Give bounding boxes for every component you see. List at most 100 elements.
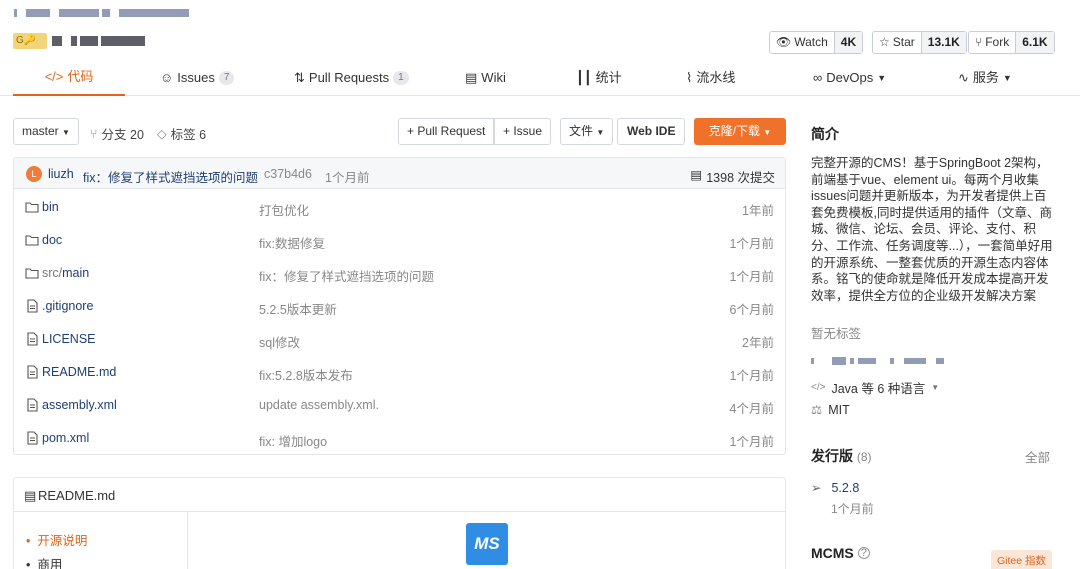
- eye-icon: 👁: [776, 35, 792, 49]
- stats-icon: ┃┃: [576, 70, 592, 85]
- mcms-logo: MS: [466, 523, 508, 565]
- new-pull-request-button[interactable]: + Pull Request: [398, 118, 495, 145]
- file-name[interactable]: README.md: [42, 365, 116, 379]
- tab-service[interactable]: ∿ 服务 ▼: [958, 60, 1012, 96]
- tab-pipeline[interactable]: ⌇ 流水线: [686, 60, 735, 96]
- file-name[interactable]: .gitignore: [42, 299, 93, 313]
- releases-heading: 发行版 (8): [811, 448, 872, 464]
- fork-button[interactable]: ⑂ Fork 6.1K: [968, 31, 1055, 54]
- file-commit-time: 4个月前: [729, 402, 774, 416]
- file-row[interactable]: README.md fix:5.2.8版本发布 1个月前: [14, 356, 785, 389]
- file-table: L liuzh fix：修复了样式遮挡选项的问题 c37b4d6 1个月前 ▤ 1…: [13, 157, 786, 455]
- tab-wiki[interactable]: ▤ Wiki: [465, 60, 506, 96]
- file-row[interactable]: pom.xml fix: 增加logo 1个月前: [14, 422, 785, 455]
- tab-code[interactable]: </> 代码: [13, 60, 125, 96]
- code-icon: </>: [44, 69, 64, 84]
- issues-icon: ☺: [160, 70, 174, 85]
- pull-request-icon: ⇅: [294, 70, 305, 85]
- file-commit-message[interactable]: fix:5.2.8版本发布: [259, 365, 353, 384]
- repo-description: 完整开源的CMS！基于SpringBoot 2架构，前端基于vue、elemen…: [811, 156, 1053, 303]
- file-icon: [25, 365, 39, 379]
- tab-devops[interactable]: ∞ DevOps ▼: [813, 60, 886, 96]
- file-menu-button[interactable]: 文件 ▼: [560, 118, 614, 145]
- readme-toc: • 开源说明 • 商用: [14, 512, 188, 569]
- no-tags-label: 暂无标签: [811, 327, 862, 341]
- file-row[interactable]: bin 打包优化 1年前: [14, 191, 785, 224]
- watch-button[interactable]: 👁 Watch 4K: [769, 31, 864, 54]
- star-button[interactable]: ☆ Star 13.1K: [872, 31, 967, 54]
- help-icon[interactable]: ?: [857, 547, 870, 559]
- document-icon: ▤: [690, 168, 703, 182]
- file-row[interactable]: LICENSE sql修改 2年前: [14, 323, 785, 356]
- file-commit-message[interactable]: update assembly.xml.: [259, 398, 379, 412]
- caret-down-icon: ▼: [1002, 73, 1012, 83]
- file-commit-time: 2年前: [742, 336, 774, 350]
- caret-down-icon: ▼: [62, 128, 70, 137]
- breadcrumb-blurred: [14, 6, 189, 20]
- readme-panel: ▤ README.md • 开源说明 • 商用 MS: [13, 477, 786, 569]
- release-link[interactable]: ➢ 5.2.8: [811, 480, 859, 496]
- new-issue-button[interactable]: + Issue: [494, 118, 552, 145]
- homepage-link-blurred[interactable]: [811, 357, 944, 365]
- file-icon: [25, 332, 39, 346]
- send-icon: ➢: [811, 481, 822, 495]
- tab-pull-requests[interactable]: ⇅ Pull Requests 1: [294, 60, 409, 96]
- commit-author[interactable]: liuzh: [48, 167, 74, 181]
- caret-down-icon: ▼: [931, 383, 940, 392]
- file-commit-time: 1个月前: [729, 270, 774, 284]
- avatar[interactable]: L: [26, 166, 42, 182]
- tags-link[interactable]: ◇ 标签 6: [157, 124, 206, 143]
- folder-icon: [25, 200, 39, 214]
- folder-icon: [25, 233, 39, 247]
- commit-hash[interactable]: c37b4d6: [264, 167, 312, 181]
- toc-item[interactable]: • 开源说明: [26, 530, 87, 549]
- file-commit-message[interactable]: 5.2.5版本更新: [259, 299, 337, 318]
- gvp-badge: G🔑: [13, 33, 47, 49]
- file-commit-message[interactable]: sql修改: [259, 332, 300, 351]
- devops-icon: ∞: [813, 70, 823, 85]
- tab-issues[interactable]: ☺ Issues 7: [160, 60, 235, 96]
- file-icon: [25, 299, 39, 313]
- toc-item[interactable]: • 商用: [26, 554, 62, 569]
- file-name[interactable]: pom.xml: [42, 431, 89, 445]
- file-commit-time: 1个月前: [729, 237, 774, 251]
- file-commit-message[interactable]: fix：修复了样式遮挡选项的问题: [259, 266, 434, 285]
- branch-select[interactable]: master ▼: [13, 118, 79, 145]
- wiki-icon: ▤: [465, 70, 478, 85]
- scale-icon: ⚖: [811, 403, 823, 417]
- caret-down-icon: ▼: [763, 128, 772, 137]
- file-row[interactable]: doc fix:数据修复 1个月前: [14, 224, 785, 257]
- file-commit-message[interactable]: fix: 增加logo: [259, 431, 327, 450]
- file-commit-message[interactable]: 打包优化: [259, 200, 309, 219]
- clone-download-button[interactable]: 克隆/下载 ▼: [694, 118, 786, 145]
- languages-link[interactable]: </> Java 等 6 种语言 ▼: [811, 378, 939, 397]
- pipeline-icon: ⌇: [686, 70, 693, 85]
- file-commit-message[interactable]: fix:数据修复: [259, 233, 325, 252]
- release-time: 1个月前: [831, 502, 874, 516]
- star-icon: ☆: [879, 35, 890, 49]
- file-name[interactable]: bin: [42, 200, 59, 214]
- fork-count: 6.1K: [1015, 32, 1054, 53]
- star-count: 13.1K: [920, 32, 966, 53]
- web-ide-button[interactable]: Web IDE: [617, 118, 686, 145]
- file-name[interactable]: doc: [42, 233, 62, 247]
- commit-count-link[interactable]: ▤ 1398 次提交: [690, 167, 775, 186]
- gitee-index-badge[interactable]: Gitee 指数: [991, 550, 1053, 569]
- file-name[interactable]: LICENSE: [42, 332, 96, 346]
- file-commit-time: 1年前: [742, 204, 774, 218]
- latest-commit-bar: L liuzh fix：修复了样式遮挡选项的问题 c37b4d6 1个月前 ▤ 1…: [14, 158, 785, 189]
- repo-title-blurred: [52, 36, 145, 46]
- service-icon: ∿: [958, 70, 969, 85]
- branches-link[interactable]: ⑂ 分支 20: [90, 124, 144, 143]
- file-name[interactable]: src/main: [42, 266, 89, 280]
- commit-message[interactable]: fix：修复了样式遮挡选项的问题: [83, 167, 258, 186]
- caret-down-icon: ▼: [596, 128, 605, 137]
- file-row[interactable]: src/main fix：修复了样式遮挡选项的问题 1个月前: [14, 257, 785, 290]
- file-name[interactable]: assembly.xml: [42, 398, 117, 412]
- file-row[interactable]: .gitignore 5.2.5版本更新 6个月前: [14, 290, 785, 323]
- license-link[interactable]: ⚖ MIT: [811, 402, 850, 418]
- branch-icon: ⑂: [90, 126, 98, 141]
- releases-all-link[interactable]: 全部: [1025, 447, 1050, 466]
- file-row[interactable]: assembly.xml update assembly.xml. 4个月前: [14, 389, 785, 422]
- tab-stats[interactable]: ┃┃ 统计: [576, 60, 622, 96]
